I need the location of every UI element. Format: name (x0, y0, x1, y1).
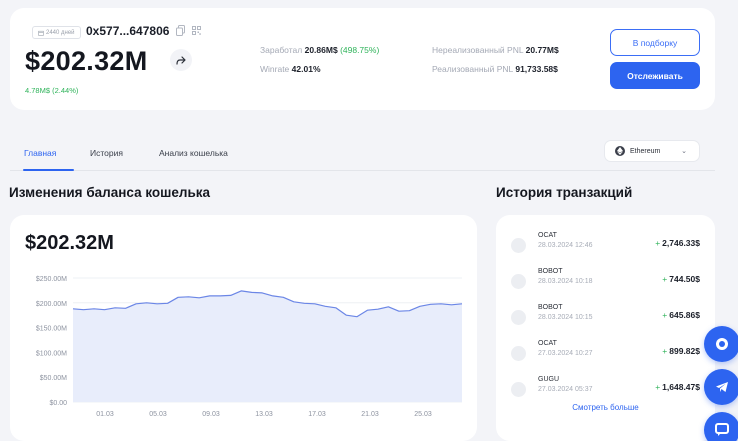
transaction-amount: +2,746.33$ (655, 238, 700, 248)
qr-code-icon[interactable] (192, 26, 201, 35)
calendar-icon (38, 30, 44, 36)
token-avatar (511, 238, 526, 253)
wallet-balance: $202.32M (25, 46, 148, 76)
transaction-amount: +645.86$ (662, 310, 700, 320)
transaction-date: 27.03.2024 05:37 (538, 386, 593, 393)
transaction-date: 27.03.2024 10:27 (538, 350, 593, 357)
winrate-stat: Winrate 42.01% (260, 64, 321, 74)
token-name: OCAT (538, 340, 557, 347)
unrealized-pnl-stat: Нереализованный PNL 20.77M$ (432, 45, 559, 55)
transaction-row[interactable]: OCAT 27.03.2024 10:27 +899.82$ (496, 337, 715, 373)
copy-icon[interactable] (176, 25, 185, 36)
x-tick-label: 09.03 (202, 411, 220, 418)
whatsapp-icon (716, 338, 728, 350)
transaction-date: 28.03.2024 10:15 (538, 314, 593, 321)
token-avatar (511, 382, 526, 397)
realized-pnl-stat: Реализованный PNL 91,733.58$ (432, 64, 558, 74)
token-avatar (511, 346, 526, 361)
balance-changes-title: Изменения баланса кошелька (9, 185, 211, 200)
wallet-age-badge: 2440 дней (32, 26, 81, 39)
x-tick-label: 05.03 (149, 411, 167, 418)
wallet-address: 0x577...647806 (86, 24, 170, 38)
earned-stat: Заработал 20.86M$ (498.75%) (260, 45, 379, 55)
x-tick-label: 21.03 (361, 411, 379, 418)
track-button[interactable]: Отслеживать (610, 62, 700, 89)
whatsapp-button[interactable] (704, 326, 738, 362)
y-tick-label: $50.00M (40, 375, 67, 382)
token-name: BOBOT (538, 304, 563, 311)
transaction-row[interactable]: BOBOT 28.03.2024 10:15 +645.86$ (496, 301, 715, 337)
y-tick-label: $150.00M (36, 326, 67, 333)
telegram-icon (716, 382, 728, 392)
token-avatar (511, 310, 526, 325)
earned-value: 20.86M$ (304, 45, 338, 55)
tab-history[interactable]: История (90, 148, 123, 158)
chat-icon (715, 423, 729, 436)
transaction-row[interactable]: OCAT 28.03.2024 12:46 +2,746.33$ (496, 229, 715, 265)
y-tick-label: $200.00M (36, 301, 67, 308)
tab-main[interactable]: Главная (24, 148, 56, 158)
y-tick-label: $100.00M (36, 350, 67, 357)
wallet-header-card: 2440 дней 0x577...647806 $202.32M 4.78M$… (10, 8, 715, 110)
add-to-collection-button[interactable]: В подборку (610, 29, 700, 56)
x-tick-label: 13.03 (255, 411, 273, 418)
chat-button[interactable] (704, 412, 738, 441)
network-select-value: Ethereum (630, 147, 661, 155)
token-avatar (511, 274, 526, 289)
ethereum-icon (615, 146, 625, 156)
balance-change: 4.78M$ (2.44%) (25, 86, 79, 95)
share-icon (176, 55, 186, 65)
tab-wallet-analysis[interactable]: Анализ кошелька (159, 148, 228, 158)
transaction-amount: +899.82$ (662, 346, 700, 356)
telegram-button[interactable] (704, 369, 738, 405)
token-name: BOBOT (538, 268, 563, 275)
realized-label: Реализованный PNL (432, 64, 513, 74)
wallet-age-text: 2440 дней (46, 29, 75, 36)
realized-value: 91,733.58$ (515, 64, 558, 74)
share-button[interactable] (170, 49, 192, 71)
transactions-title: История транзакций (496, 185, 633, 200)
transaction-date: 28.03.2024 12:46 (538, 242, 593, 249)
token-name: OCAT (538, 232, 557, 239)
x-tick-label: 01.03 (96, 411, 114, 418)
transaction-date: 28.03.2024 10:18 (538, 278, 593, 285)
chevron-down-icon: ⌄ (681, 148, 687, 155)
show-more-link[interactable]: Смотреть больше (496, 403, 715, 412)
balance-area (73, 290, 462, 402)
earned-percent: (498.75%) (340, 45, 380, 55)
network-select[interactable]: Ethereum ⌄ (604, 140, 700, 162)
winrate-value: 42.01% (291, 64, 321, 74)
x-tick-label: 17.03 (308, 411, 326, 418)
transaction-row[interactable]: BOBOT 28.03.2024 10:18 +744.50$ (496, 265, 715, 301)
transaction-amount: +744.50$ (662, 274, 700, 284)
y-tick-label: $0.00 (49, 400, 67, 407)
y-tick-label: $250.00M (36, 276, 67, 283)
balance-chart: $250.00M $200.00M $150.00M $100.00M $50.00M $… (36, 276, 463, 418)
balance-chart-card: $202.32M $250.00M $200.00M $150.00M $100.00… (10, 215, 477, 441)
transactions-card: OCAT 28.03.2024 12:46 +2,746.33$ BOBOT 28.03… (496, 215, 715, 441)
earned-label: Заработал (260, 45, 303, 55)
winrate-label: Winrate (260, 64, 290, 74)
active-tab-indicator (23, 169, 74, 171)
unrealized-value: 20.77M$ (525, 45, 559, 55)
token-name: GUGU (538, 376, 559, 383)
transaction-amount: +1,648.47$ (655, 382, 700, 392)
unrealized-label: Нереализованный PNL (432, 45, 524, 55)
x-tick-label: 25.03 (414, 411, 432, 418)
